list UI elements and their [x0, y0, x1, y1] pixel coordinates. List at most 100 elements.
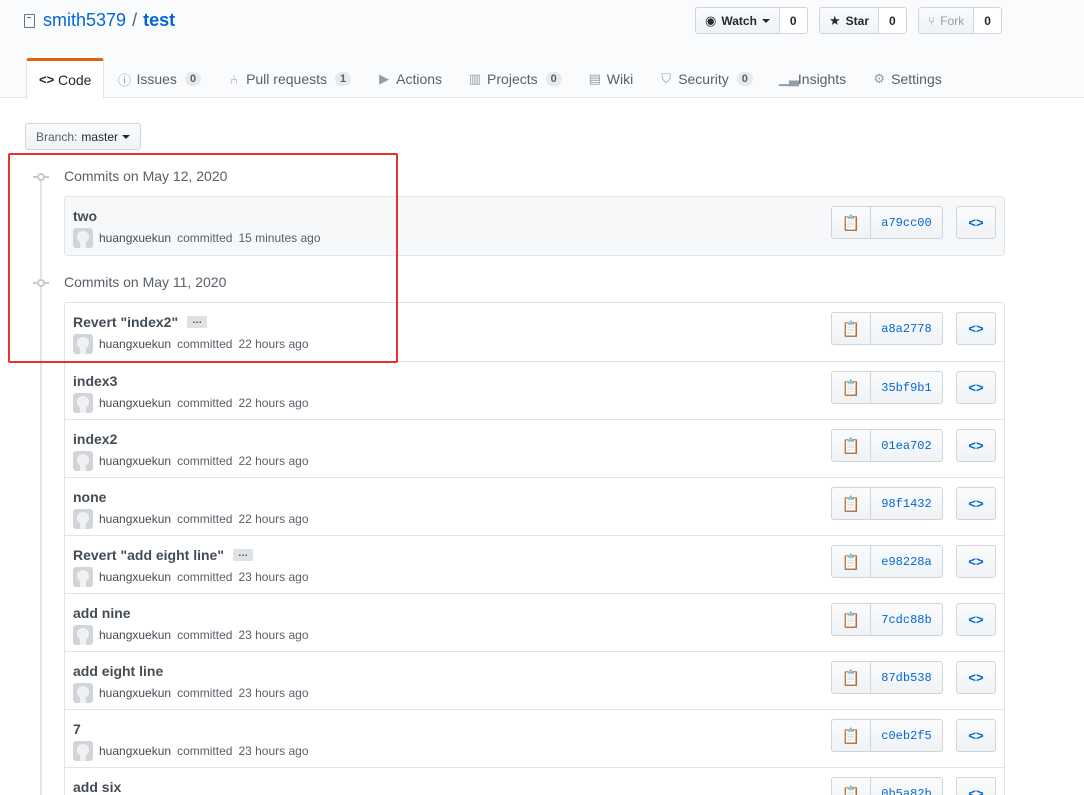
- code-icon: <>: [968, 438, 984, 453]
- commit-sha-link[interactable]: 35bf9b1: [871, 371, 943, 404]
- commit-sha-link[interactable]: c0eb2f5: [871, 719, 943, 752]
- commit-sha-link[interactable]: 98f1432: [871, 487, 943, 520]
- copy-sha-button[interactable]: 📋: [831, 603, 871, 636]
- browse-repo-button[interactable]: <>: [956, 487, 996, 520]
- issue-icon: ⓘ: [117, 72, 131, 88]
- tab-label: Actions: [396, 71, 443, 87]
- commit-sha-link[interactable]: a8a2778: [871, 312, 943, 345]
- copy-sha-button[interactable]: 📋: [831, 545, 871, 578]
- tab-label: Projects: [487, 71, 538, 87]
- avatar[interactable]: [73, 393, 93, 413]
- commit-list: Revert "index2"… huangxuekun committed 22 h…: [64, 302, 1005, 795]
- commit-author-link[interactable]: huangxuekun: [99, 686, 171, 700]
- repo-title: smith5379 / test: [24, 10, 175, 31]
- avatar[interactable]: [73, 567, 93, 587]
- browse-repo-button[interactable]: <>: [956, 719, 996, 752]
- graph-icon: ▁▃: [778, 71, 799, 86]
- avatar[interactable]: [73, 509, 93, 529]
- code-icon: <>: [968, 670, 984, 685]
- watch-button[interactable]: ◉ Watch: [695, 7, 780, 34]
- commit-message-link[interactable]: 7: [73, 721, 81, 737]
- browse-repo-button[interactable]: <>: [956, 371, 996, 404]
- browse-repo-button[interactable]: <>: [956, 661, 996, 694]
- copy-sha-button[interactable]: 📋: [831, 719, 871, 752]
- branch-select-button[interactable]: Branch: master: [25, 123, 142, 150]
- commit-sha-link[interactable]: 0b5a82b: [871, 777, 943, 795]
- commit-sha-link[interactable]: e98228a: [871, 545, 943, 578]
- copy-sha-button[interactable]: 📋: [831, 206, 871, 239]
- browse-repo-button[interactable]: <>: [956, 603, 996, 636]
- commit-author-link[interactable]: huangxuekun: [99, 512, 171, 526]
- projects-counter: 0: [545, 72, 562, 86]
- expand-message-button[interactable]: …: [232, 549, 253, 561]
- avatar[interactable]: [73, 683, 93, 703]
- copy-sha-button[interactable]: 📋: [831, 487, 871, 520]
- tab-projects[interactable]: ▥ Projects 0: [455, 58, 575, 98]
- eye-icon: ◉: [705, 12, 717, 28]
- commit-author-link[interactable]: huangxuekun: [99, 744, 171, 758]
- commit-message-link[interactable]: none: [73, 489, 106, 505]
- watch-label: Watch: [721, 13, 757, 28]
- commit-action: committed: [177, 396, 233, 410]
- copy-sha-button[interactable]: 📋: [831, 777, 871, 795]
- commit-message-link[interactable]: add eight line: [73, 663, 163, 679]
- commit-message-link[interactable]: index3: [73, 373, 117, 389]
- commit-time: 22 hours ago: [238, 396, 309, 410]
- commit-author-link[interactable]: huangxuekun: [99, 454, 171, 468]
- tab-pull-requests[interactable]: ⑃ Pull requests 1: [214, 58, 364, 98]
- star-count[interactable]: 0: [879, 7, 907, 34]
- browse-repo-button[interactable]: <>: [956, 777, 996, 795]
- commit-sha-link[interactable]: 87db538: [871, 661, 943, 694]
- code-icon: <>: [39, 72, 55, 87]
- tab-security[interactable]: ⛉ Security 0: [646, 58, 766, 98]
- tab-label: Insights: [797, 71, 847, 87]
- commit-author-link[interactable]: huangxuekun: [99, 570, 171, 584]
- code-icon: <>: [968, 496, 984, 511]
- issues-counter: 0: [184, 72, 202, 86]
- tab-issues[interactable]: ⓘ Issues 0: [104, 58, 214, 98]
- commit-message-link[interactable]: add nine: [73, 605, 131, 621]
- tab-actions[interactable]: ▶ Actions: [364, 58, 455, 98]
- tab-wiki[interactable]: ▤ Wiki: [575, 58, 646, 98]
- commit-action: committed: [177, 628, 233, 642]
- fork-button[interactable]: ⑂ Fork: [918, 7, 975, 34]
- commit-message-link[interactable]: Revert "add eight line": [73, 547, 224, 563]
- commit-sha-link[interactable]: 01ea702: [871, 429, 943, 462]
- commit-action: committed: [177, 744, 233, 758]
- commit-sha-link[interactable]: a79cc00: [871, 206, 943, 239]
- fork-count[interactable]: 0: [974, 7, 1002, 34]
- commit-message-link[interactable]: index2: [73, 431, 117, 447]
- browse-repo-button[interactable]: <>: [956, 429, 996, 462]
- commit-sha-link[interactable]: 7cdc88b: [871, 603, 943, 636]
- avatar[interactable]: [73, 625, 93, 645]
- tab-label: Pull requests: [246, 71, 327, 87]
- browse-repo-button[interactable]: <>: [956, 545, 996, 578]
- copy-sha-button[interactable]: 📋: [831, 429, 871, 462]
- commit-author-link[interactable]: huangxuekun: [99, 396, 171, 410]
- tab-insights[interactable]: ▁▃ Insights: [766, 58, 859, 98]
- avatar[interactable]: [73, 741, 93, 761]
- browse-repo-button[interactable]: <>: [956, 312, 996, 345]
- copy-sha-button[interactable]: 📋: [831, 312, 871, 345]
- browse-repo-button[interactable]: <>: [956, 206, 996, 239]
- tab-code[interactable]: <> Code: [26, 58, 105, 99]
- repo-separator: /: [132, 10, 138, 30]
- tab-settings[interactable]: ⚙ Settings: [859, 58, 955, 98]
- watch-count[interactable]: 0: [779, 7, 808, 34]
- tab-label: Settings: [891, 71, 942, 87]
- branch-label: Branch:: [36, 129, 78, 144]
- commit-time: 23 hours ago: [238, 570, 309, 584]
- commit-action: committed: [177, 686, 233, 700]
- avatar[interactable]: [73, 451, 93, 471]
- commit-message-link[interactable]: add six: [73, 779, 121, 795]
- code-icon: <>: [968, 380, 984, 395]
- commit-row: add eight line huangxuekun committed 23 hou…: [65, 651, 1004, 709]
- copy-sha-button[interactable]: 📋: [831, 661, 871, 694]
- commit-author-link[interactable]: huangxuekun: [99, 628, 171, 642]
- repo-name-link[interactable]: test: [143, 10, 175, 31]
- repo-owner-link[interactable]: smith5379: [43, 10, 126, 31]
- copy-sha-button[interactable]: 📋: [831, 371, 871, 404]
- star-button[interactable]: ★ Star: [819, 7, 879, 34]
- code-icon: <>: [968, 612, 984, 627]
- fork-label: Fork: [940, 13, 965, 28]
